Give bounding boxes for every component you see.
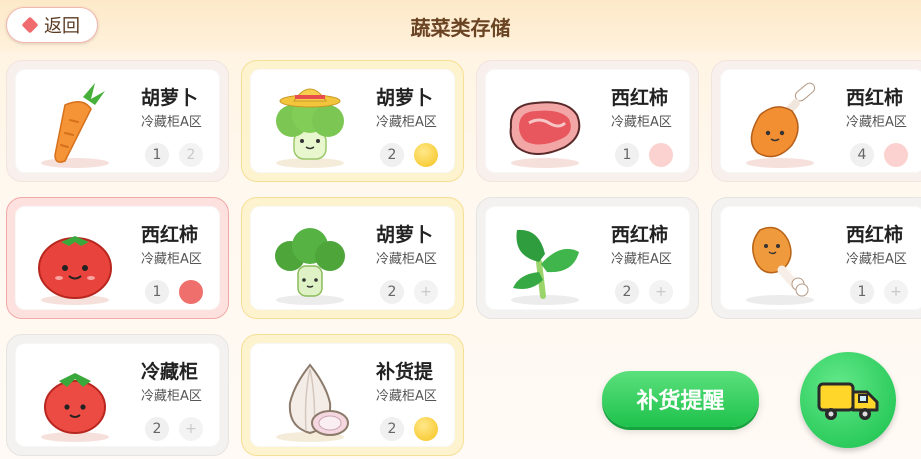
item-location: 冷藏柜A区 (611, 252, 672, 267)
item-name: 胡萝卜 (376, 224, 434, 246)
add-badge[interactable]: + (884, 280, 908, 304)
storage-card[interactable]: 西红柿 冷藏柜A区 1 (6, 197, 229, 319)
tomato-icon (41, 373, 109, 442)
meat-badge[interactable] (649, 143, 673, 167)
storage-card[interactable]: 胡萝卜 冷藏柜A区 2 (241, 60, 464, 182)
item-count: 2 (145, 417, 169, 441)
item-count: 1 (615, 143, 639, 167)
storage-card[interactable]: 胡萝卜 冷藏柜A区 1 2 (6, 60, 229, 182)
storage-card[interactable]: 胡萝卜 冷藏柜A区 2 + (241, 197, 464, 319)
carrot-icon (41, 83, 109, 168)
item-name: 冷藏柜 (141, 361, 199, 383)
item-name: 西红柿 (611, 87, 669, 109)
top-bar: 返回 蔬菜类存储 (0, 0, 921, 52)
add-badge[interactable]: + (179, 417, 203, 441)
item-location: 冷藏柜A区 (376, 389, 437, 404)
add-badge[interactable]: + (649, 280, 673, 304)
storage-card[interactable]: 西红柿 冷藏柜A区 4 (711, 60, 921, 182)
item-name: 西红柿 (141, 224, 199, 246)
item-location: 冷藏柜A区 (141, 252, 202, 267)
item-name: 西红柿 (846, 87, 904, 109)
item-name: 胡萝卜 (376, 87, 434, 109)
storage-card[interactable]: 补货提 冷藏柜A区 2 (241, 334, 464, 456)
item-name: 西红柿 (611, 224, 669, 246)
storage-card[interactable]: 西红柿 冷藏柜A区 1 (476, 60, 699, 182)
delivery-truck-icon (817, 382, 879, 420)
garlic-onion-icon (276, 363, 349, 442)
item-location: 冷藏柜A区 (376, 252, 437, 267)
leafy-greens-icon (511, 229, 579, 305)
item-location: 冷藏柜A区 (846, 252, 907, 267)
meat-steak-icon (509, 101, 581, 168)
storage-card[interactable]: 西红柿 冷藏柜A区 2 + (476, 197, 699, 319)
item-count: 2 (380, 143, 404, 167)
item-count: 2 (380, 280, 404, 304)
item-count: 1 (850, 280, 874, 304)
item-location: 冷藏柜A区 (141, 115, 202, 130)
item-name: 补货提 (376, 361, 434, 383)
item-count: 4 (850, 143, 874, 167)
meat-badge[interactable] (884, 143, 908, 167)
broccoli-icon (275, 228, 345, 305)
item-count: 2 (380, 417, 404, 441)
item-location: 冷藏柜A区 (611, 115, 672, 130)
storage-card[interactable]: 西红柿 冷藏柜A区 1 + (711, 197, 921, 319)
item-name: 西红柿 (846, 224, 904, 246)
page-title: 蔬菜类存储 (410, 16, 511, 40)
item-count: 1 (145, 143, 169, 167)
item-name: 胡萝卜 (141, 87, 199, 109)
delivery-button[interactable] (800, 352, 896, 448)
quantity-badge[interactable]: 2 (179, 143, 203, 167)
broccoli-with-hat-icon (276, 88, 344, 168)
add-badge[interactable]: + (414, 280, 438, 304)
restock-reminder-button[interactable]: 补货提醒 (602, 371, 759, 427)
item-count: 1 (145, 280, 169, 304)
item-count: 2 (615, 280, 639, 304)
chicken-leg-icon (746, 226, 814, 305)
chicken-leg-icon (746, 82, 816, 168)
item-location: 冷藏柜A区 (846, 115, 907, 130)
coin-badge[interactable] (414, 143, 438, 167)
meat-badge[interactable] (179, 280, 203, 304)
item-location: 冷藏柜A区 (376, 115, 437, 130)
item-location: 冷藏柜A区 (141, 389, 202, 404)
storage-card[interactable]: 冷藏柜 冷藏柜A区 2 + (6, 334, 229, 456)
coin-badge[interactable] (414, 417, 438, 441)
tomato-icon (38, 236, 112, 305)
